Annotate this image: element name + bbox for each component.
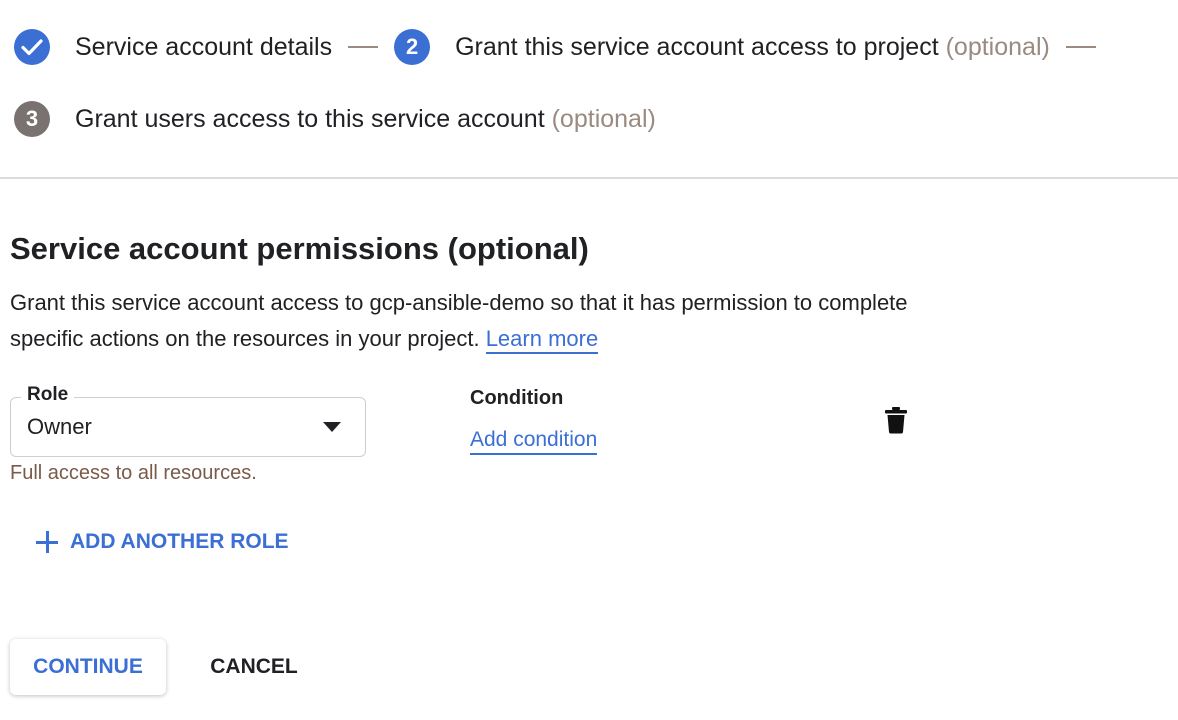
service-account-permissions-page: Service account details 2 Grant this ser… (0, 0, 1178, 720)
step-3-label: Grant users access to this service accou… (75, 105, 656, 134)
section-title: Service account permissions (optional) (10, 231, 589, 266)
step-2-number: 2 (394, 29, 431, 65)
plus-icon (36, 531, 58, 553)
step-separator (1065, 46, 1096, 48)
trash-icon (885, 407, 907, 434)
step-2-title: Grant this service account access to pro… (455, 32, 939, 61)
step-separator (348, 46, 379, 48)
section-description: Grant this service account access to gcp… (10, 285, 910, 357)
role-select[interactable]: Role Owner (10, 384, 366, 457)
role-hint: Full access to all resources. (10, 462, 257, 484)
stepper-divider (0, 177, 1178, 179)
role-label: Role (21, 384, 75, 406)
add-another-role-button[interactable]: ADD ANOTHER ROLE (36, 530, 289, 554)
add-another-role-label: ADD ANOTHER ROLE (70, 530, 289, 553)
step-1-label: Service account details (75, 32, 333, 61)
dropdown-arrow-icon (323, 422, 341, 432)
add-condition-link[interactable]: Add condition (470, 428, 598, 455)
role-value: Owner (27, 414, 92, 439)
cancel-button[interactable]: CANCEL (196, 639, 312, 695)
learn-more-link[interactable]: Learn more (485, 326, 599, 354)
step-1-check-icon (14, 29, 50, 65)
step-2-optional: (optional) (945, 32, 1050, 61)
description-text: Grant this service account access to gcp… (10, 290, 908, 351)
delete-role-button[interactable] (884, 406, 908, 434)
step-3-title: Grant users access to this service accou… (75, 104, 545, 133)
step-3-optional: (optional) (551, 104, 656, 133)
step-3-number: 3 (14, 101, 50, 137)
stepper-row-1: Service account details 2 Grant this ser… (14, 29, 1112, 65)
step-2-label: Grant this service account access to pro… (455, 33, 1050, 62)
continue-button[interactable]: CONTINUE (10, 639, 166, 695)
stepper-row-2: 3 Grant users access to this service acc… (14, 101, 656, 137)
check-icon (21, 39, 43, 56)
condition-label: Condition (470, 387, 564, 409)
